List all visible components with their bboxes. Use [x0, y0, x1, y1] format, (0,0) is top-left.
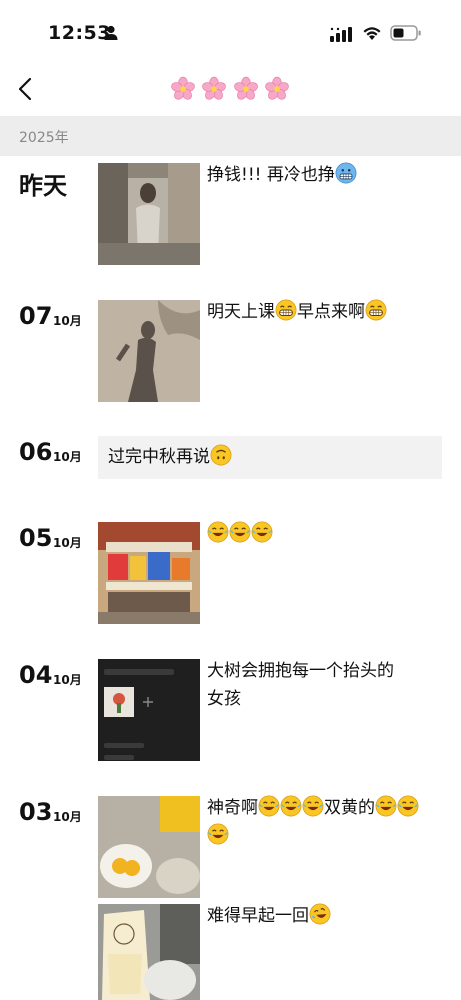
status-time: 12:53	[48, 22, 111, 44]
chevron-left-icon[interactable]	[14, 74, 38, 104]
cherry-blossom-icon	[201, 76, 227, 102]
cellular-signal-icon	[330, 27, 352, 42]
year-header: 2025年	[0, 116, 461, 156]
post-day: 05	[19, 524, 53, 552]
nav-bar	[0, 62, 461, 116]
person-icon	[104, 25, 118, 40]
upside-down-face-emoji	[210, 444, 232, 466]
post-day: 06	[19, 438, 53, 466]
cold-face-emoji	[335, 162, 357, 184]
tears-of-joy-emoji	[229, 521, 251, 543]
tears-of-joy-emoji	[258, 795, 280, 817]
post-text-line: 女孩	[207, 689, 241, 709]
tears-of-joy-emoji	[207, 823, 229, 845]
post-month: 10月	[53, 536, 82, 550]
status-bar: 12:53	[0, 0, 461, 62]
post-image-snack-cart[interactable]	[98, 522, 200, 624]
post-image-app-screenshot[interactable]	[98, 659, 200, 761]
tears-of-joy-emoji	[251, 521, 273, 543]
post-month: 10月	[53, 314, 82, 328]
cherry-blossom-icon	[233, 76, 259, 102]
post-text: 神奇啊	[207, 798, 258, 818]
tears-of-joy-emoji	[302, 795, 324, 817]
tears-of-joy-emoji	[397, 795, 419, 817]
rolling-laughing-emoji	[309, 903, 331, 925]
post-text-line: 大树会拥抱每一个抬头的	[207, 661, 394, 681]
post-image-shadow-silhouette[interactable]	[98, 300, 200, 402]
cherry-blossom-icon	[264, 76, 290, 102]
tears-of-joy-emoji	[280, 795, 302, 817]
post-day: 昨天	[19, 172, 67, 200]
post-day: 03	[19, 798, 53, 826]
post-day: 04	[19, 661, 53, 689]
post-text: 难得早起一回	[207, 906, 309, 926]
post-image-double-yolk-egg[interactable]	[98, 796, 200, 898]
year-label: 2025年	[19, 130, 69, 146]
post-text: 明天上课	[207, 302, 275, 322]
grinning-face-emoji	[365, 299, 387, 321]
wifi-icon	[363, 27, 381, 40]
post-month: 10月	[53, 810, 82, 824]
battery-icon	[390, 25, 421, 41]
post-text: 挣钱!!! 再冷也挣	[207, 165, 335, 185]
grinning-face-emoji	[275, 299, 297, 321]
text-only-post[interactable]: 过完中秋再说	[98, 436, 442, 479]
tears-of-joy-emoji	[375, 795, 397, 817]
post-image-breakfast-bag[interactable]	[98, 904, 200, 1000]
post-day: 07	[19, 302, 53, 330]
post-text: 过完中秋再说	[108, 447, 210, 467]
post-month: 10月	[53, 450, 82, 464]
cherry-blossom-icon	[170, 76, 196, 102]
tears-of-joy-emoji	[207, 521, 229, 543]
page-title-blossoms	[170, 73, 290, 105]
post-text: 双黄的	[324, 798, 375, 818]
post-month: 10月	[53, 673, 82, 687]
post-image-mirror-selfie[interactable]	[98, 163, 200, 265]
post-text: 早点来啊	[297, 302, 365, 322]
